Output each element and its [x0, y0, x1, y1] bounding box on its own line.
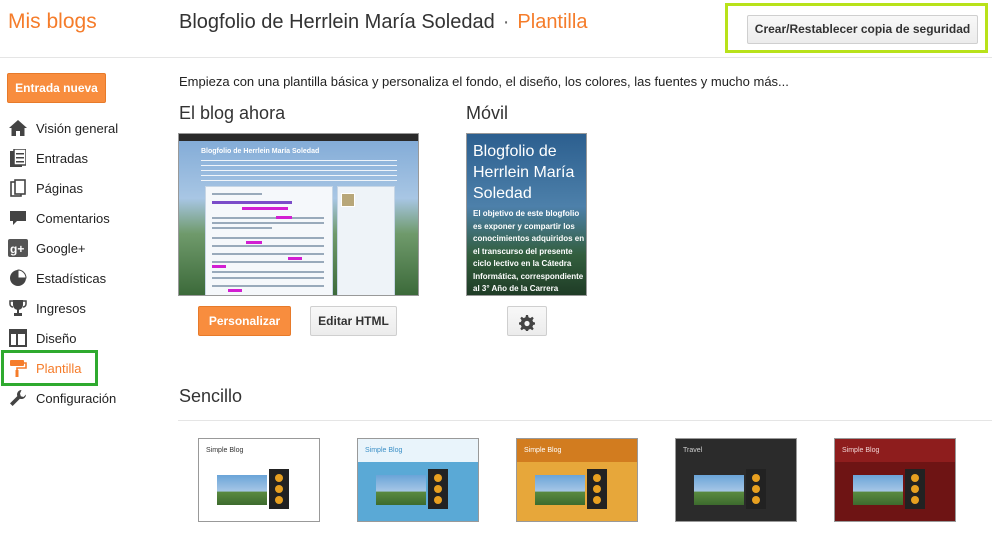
backup-restore-button[interactable]: Crear/Restablecer copia de seguridad [747, 15, 978, 44]
page-title: Blogfolio de Herrlein María Soledad · Plan… [179, 11, 587, 34]
template-traffic-light [905, 469, 925, 509]
blog-title: Blogfolio de Herrlein María Soledad [179, 11, 495, 33]
sidebar-item-google-plus[interactable]: g+ Google+ [0, 233, 170, 263]
template-photo [535, 475, 585, 505]
preview-post-area [205, 186, 333, 295]
template-name: Simple Blog [365, 447, 403, 454]
sidebar-item-settings[interactable]: Configuración [0, 383, 170, 413]
template-traffic-light [587, 469, 607, 509]
mobile-blog-title: Blogfolio de Herrlein María Soledad [473, 143, 575, 202]
sidebar-item-label: Visión general [36, 120, 119, 136]
template-name: Travel [683, 447, 703, 454]
sidebar-item-overview[interactable]: Visión general [0, 113, 170, 143]
sidebar-item-stats[interactable]: Estadísticas [0, 263, 170, 293]
wrench-icon [8, 388, 28, 408]
preview-navbar [179, 134, 418, 141]
sidebar-item-comments[interactable]: Comentarios [0, 203, 170, 233]
sidebar-item-pages[interactable]: Páginas [0, 173, 170, 203]
template-thumbnail[interactable]: Travel [675, 438, 797, 522]
sidebar-item-label: Estadísticas [36, 270, 107, 286]
sidebar-item-layout[interactable]: Diseño [0, 323, 170, 353]
customize-button[interactable]: Personalizar [198, 306, 291, 336]
template-thumbnail[interactable]: Simple Blog [198, 438, 320, 522]
pie-chart-icon [8, 268, 28, 288]
intro-text: Empieza con una plantilla básica y perso… [179, 74, 789, 89]
mobile-template-preview[interactable]: Blogfolio de Herrlein María Soledad El o… [466, 133, 587, 296]
sidebar-item-label: Entradas [36, 150, 89, 166]
my-blogs-link[interactable]: Mis blogs [8, 10, 97, 34]
posts-icon [8, 148, 28, 168]
sidebar-item-label: Configuración [36, 390, 117, 406]
active-item-highlight-frame [1, 350, 98, 386]
layout-icon [8, 328, 28, 348]
mobile-heading: Móvil [466, 103, 509, 123]
sidebar-item-earnings[interactable]: Ingresos [0, 293, 170, 323]
sidebar-item-label: Ingresos [36, 300, 86, 316]
template-gallery: Simple Blog Simple Blog Simple Blog Trav… [178, 421, 992, 538]
template-traffic-light [428, 469, 448, 509]
new-post-button[interactable]: Entrada nueva [7, 73, 106, 103]
preview-description-lines [201, 160, 397, 182]
google-plus-icon: g+ [8, 238, 28, 258]
template-name: Simple Blog [524, 447, 562, 454]
trophy-icon [8, 298, 28, 318]
template-traffic-light [269, 469, 289, 509]
edit-html-button[interactable]: Editar HTML [310, 306, 397, 336]
template-thumbnail[interactable]: Simple Blog [357, 438, 479, 522]
current-template-preview[interactable]: Blogfolio de Herrlein María Soledad [178, 133, 419, 296]
template-thumbnail[interactable]: Simple Blog [834, 438, 956, 522]
template-thumbnail[interactable]: Simple Blog [516, 438, 638, 522]
title-separator: · [502, 11, 510, 33]
gear-icon [519, 313, 535, 341]
template-traffic-light [746, 469, 766, 509]
preview-sidebar [337, 186, 395, 295]
mobile-settings-button[interactable] [507, 306, 547, 336]
sidebar-item-label: Diseño [36, 330, 77, 346]
sidebar-item-label: Google+ [36, 240, 86, 256]
mobile-blog-description: El objetivo de este blogfolio es exponer… [473, 209, 585, 293]
top-header: Mis blogs Blogfolio de Herrlein María So… [0, 0, 992, 58]
template-photo [376, 475, 426, 505]
pages-icon [8, 178, 28, 198]
template-photo [694, 475, 744, 505]
current-blog-heading: El blog ahora [179, 103, 286, 123]
preview-avatar [341, 193, 355, 207]
comment-icon [8, 208, 28, 228]
home-icon [8, 118, 28, 138]
template-name: Simple Blog [206, 447, 244, 454]
svg-text:g+: g+ [10, 242, 24, 256]
sidebar-item-label: Comentarios [36, 210, 110, 226]
preview-blog-title: Blogfolio de Herrlein María Soledad [201, 148, 320, 155]
template-name: Simple Blog [842, 447, 880, 454]
template-photo [853, 475, 903, 505]
template-photo [217, 475, 267, 505]
sidebar-item-posts[interactable]: Entradas [0, 143, 170, 173]
simple-section-heading: Sencillo [179, 386, 243, 406]
section-title: Plantilla [517, 11, 588, 33]
sidebar-item-label: Páginas [36, 180, 83, 196]
